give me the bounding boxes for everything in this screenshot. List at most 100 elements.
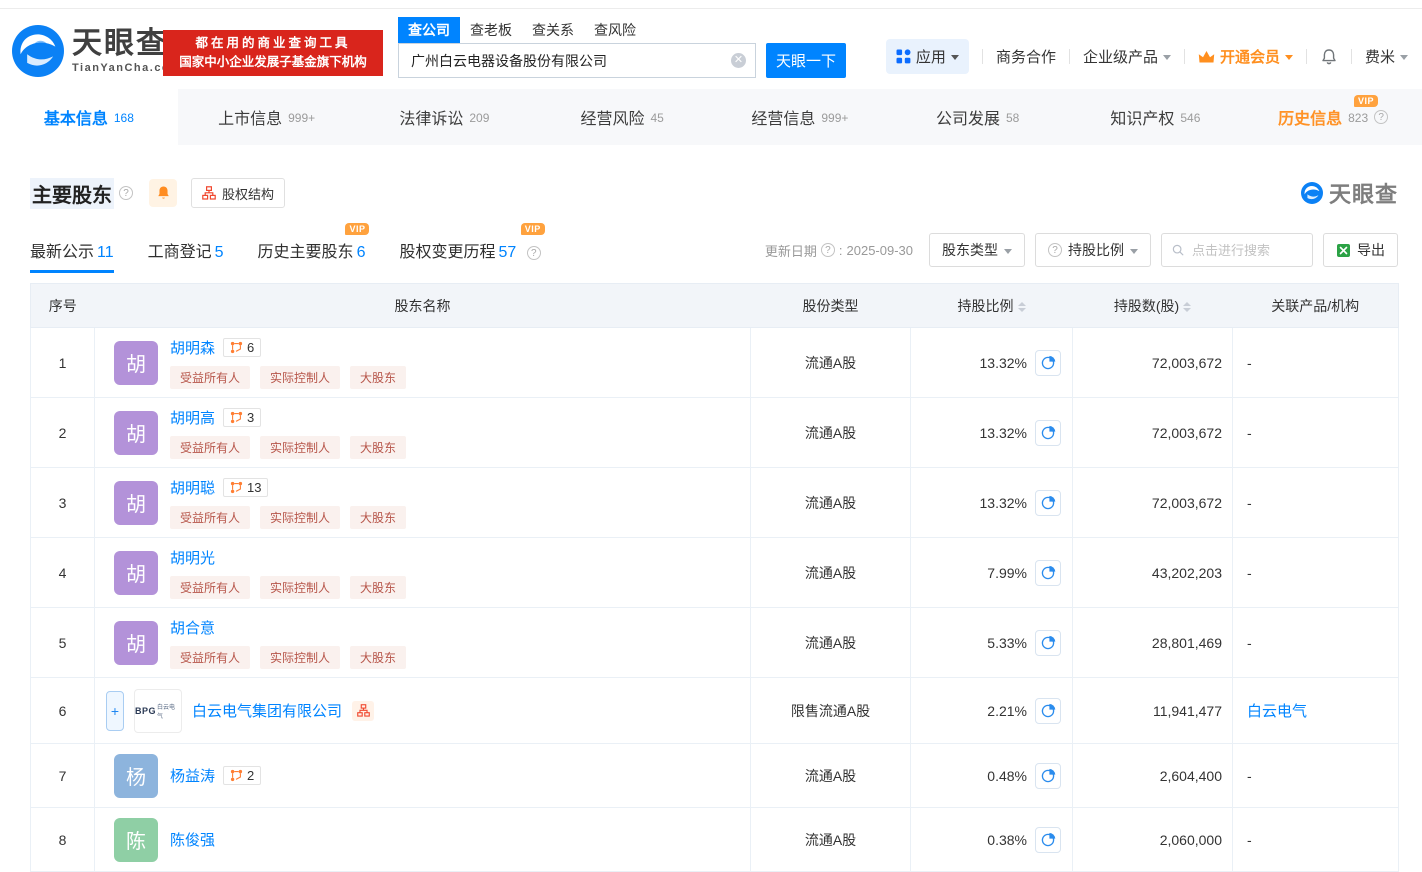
- company-name-link[interactable]: 白云电气集团有限公司: [192, 700, 342, 721]
- enterprise-label: 企业级产品: [1082, 49, 1158, 66]
- avatar: 陈: [114, 817, 158, 862]
- table-search-input[interactable]: [1190, 241, 1302, 259]
- avatar: 胡: [114, 340, 158, 385]
- shareholder-name-link[interactable]: 胡明高: [170, 407, 215, 428]
- table-toolbar: 更新日期 ? : 2025-09-30 股东类型 ? 持股比例 点击进行搜索 导…: [765, 233, 1398, 267]
- relation-count-badge[interactable]: 13: [223, 477, 269, 497]
- subtab-latest-announcement[interactable]: 最新公示 11: [30, 238, 114, 273]
- business-cooperation-link[interactable]: 商务合作: [996, 46, 1056, 67]
- help-icon[interactable]: ?: [526, 246, 541, 260]
- search-icon: [1172, 244, 1184, 256]
- ratio-value: 13.32%: [979, 354, 1027, 371]
- col-header-shares[interactable]: 持股数(股): [1072, 283, 1233, 328]
- search-tab-risk[interactable]: 查风险: [584, 17, 646, 43]
- tab-legal-proceedings[interactable]: 法律诉讼 209: [356, 89, 534, 145]
- relation-count: 2: [247, 768, 255, 783]
- equity-structure-button[interactable]: 股权结构: [191, 178, 286, 208]
- search-tabs: 查公司 查老板 查关系 查风险: [398, 17, 846, 43]
- tab-basic-info[interactable]: 基本信息 168: [0, 89, 178, 145]
- table-row: 8 陈 陈俊强 流通A股 0.38% 2,060,000 -: [30, 807, 1399, 872]
- col-header-product: 关联产品/机构: [1232, 283, 1399, 328]
- shareholder-name-link[interactable]: 胡明聪: [170, 477, 215, 498]
- role-tag: 大股东: [350, 645, 407, 669]
- equity-relation-icon: [230, 769, 243, 782]
- shareholding-ratio-filter[interactable]: ? 持股比例: [1035, 233, 1151, 267]
- tab-intellectual-property[interactable]: 知识产权 546: [1067, 89, 1245, 145]
- subtab-count: 57: [498, 244, 517, 261]
- shareholder-name-link[interactable]: 胡合意: [170, 617, 215, 638]
- section-help-icon[interactable]: ?: [119, 186, 133, 200]
- tab-operation-risk[interactable]: 经营风险 45: [533, 89, 711, 145]
- pie-chart-icon: [1041, 495, 1055, 510]
- enterprise-caret-icon: [1162, 55, 1171, 60]
- tab-count: 999+: [288, 111, 316, 125]
- ratio-value: 2.21%: [987, 702, 1027, 719]
- export-button[interactable]: 导出: [1323, 233, 1398, 267]
- shareholder-name-link[interactable]: 胡明森: [170, 337, 215, 358]
- pie-chart-button[interactable]: [1035, 419, 1061, 446]
- bell-icon: [1322, 48, 1336, 64]
- site-header: 天眼查 TianYanCha.com 都在用的商业查询工具 国家中小企业发展子基…: [0, 9, 1422, 89]
- notifications-button[interactable]: [1320, 48, 1338, 66]
- expand-row-button[interactable]: +: [106, 690, 124, 731]
- shareholder-name-link[interactable]: 陈俊强: [170, 829, 215, 850]
- col-header-ratio[interactable]: 持股比例: [910, 283, 1073, 328]
- update-help-icon[interactable]: ?: [820, 243, 835, 257]
- pie-chart-button[interactable]: [1035, 629, 1061, 656]
- help-icon[interactable]: ?: [1374, 110, 1389, 124]
- role-tag: 大股东: [350, 365, 407, 389]
- role-tag: 实际控制人: [260, 575, 341, 599]
- clear-search-icon[interactable]: ✕: [731, 53, 746, 68]
- search-tab-boss[interactable]: 查老板: [460, 17, 522, 43]
- tab-history-info[interactable]: VIP 历史信息 823 ?: [1244, 89, 1422, 145]
- pie-chart-button[interactable]: [1035, 762, 1061, 789]
- relation-count-badge[interactable]: 6: [223, 337, 262, 357]
- share-type: 流通A股: [750, 327, 911, 398]
- ratio-value: 13.32%: [979, 494, 1027, 511]
- shareholder-name-link[interactable]: 杨益涛: [170, 765, 215, 786]
- related-product: -: [1232, 327, 1399, 398]
- user-account-menu[interactable]: 费米: [1365, 46, 1408, 67]
- pie-chart-button[interactable]: [1035, 559, 1061, 586]
- apps-menu[interactable]: 应用: [885, 39, 969, 74]
- search-tab-company[interactable]: 查公司: [398, 17, 460, 43]
- update-date-label: 更新日期: [764, 243, 817, 259]
- shareholder-type-filter[interactable]: 股东类型: [929, 233, 1025, 267]
- tab-company-development[interactable]: 公司发展 58: [889, 89, 1067, 145]
- row-seq: 7: [30, 743, 95, 808]
- table-search-box[interactable]: [1161, 233, 1313, 267]
- company-logo: BPG 白云电气: [134, 688, 182, 733]
- pie-chart-button[interactable]: [1035, 489, 1061, 516]
- pie-chart-button[interactable]: [1035, 349, 1061, 376]
- share-type: 流通A股: [750, 807, 911, 872]
- sort-icon[interactable]: [1017, 301, 1026, 312]
- pie-chart-button[interactable]: [1035, 697, 1061, 724]
- open-vip-menu[interactable]: 开通会员: [1198, 46, 1293, 67]
- subtab-label: 股权变更历程: [399, 244, 496, 261]
- apps-caret-icon: [950, 55, 959, 60]
- tab-listing-info[interactable]: 上市信息 999+: [178, 89, 356, 145]
- relation-count-badge[interactable]: 3: [223, 407, 262, 427]
- search-submit-button[interactable]: 天眼一下: [766, 43, 846, 78]
- monitor-bell-button[interactable]: [149, 179, 177, 207]
- related-product-link[interactable]: 白云电气: [1247, 703, 1307, 720]
- company-search-input[interactable]: [398, 43, 756, 78]
- share-type: 流通A股: [750, 467, 911, 538]
- tab-operation-info[interactable]: 经营信息 999+: [711, 89, 889, 145]
- cooperation-label: 商务合作: [995, 49, 1056, 66]
- pie-chart-button[interactable]: [1035, 826, 1061, 853]
- vip-label: 开通会员: [1219, 49, 1280, 66]
- subtab-historical-shareholders[interactable]: VIP 历史主要股东 6: [258, 223, 370, 262]
- sort-icon[interactable]: [1183, 301, 1192, 312]
- relation-count-badge[interactable]: 2: [223, 766, 262, 785]
- table-row: 4 胡 胡明光 受益所有人 实际控制人 大股东 流通A股 7.99% 43,20…: [30, 537, 1399, 608]
- subtab-equity-change-history[interactable]: VIP 股权变更历程 57 ?: [399, 223, 545, 262]
- search-tab-relation[interactable]: 查关系: [522, 17, 584, 43]
- tianyancha-logo[interactable]: 天眼查 TianYanCha.com: [12, 25, 181, 77]
- org-chart-icon: [202, 186, 216, 200]
- shares-count: 2,060,000: [1072, 807, 1233, 872]
- enterprise-products-menu[interactable]: 企业级产品: [1083, 46, 1171, 67]
- subtab-business-registration[interactable]: 工商登记 5: [148, 238, 224, 262]
- equity-structure-chip[interactable]: [352, 700, 375, 721]
- shareholder-name-link[interactable]: 胡明光: [170, 547, 215, 568]
